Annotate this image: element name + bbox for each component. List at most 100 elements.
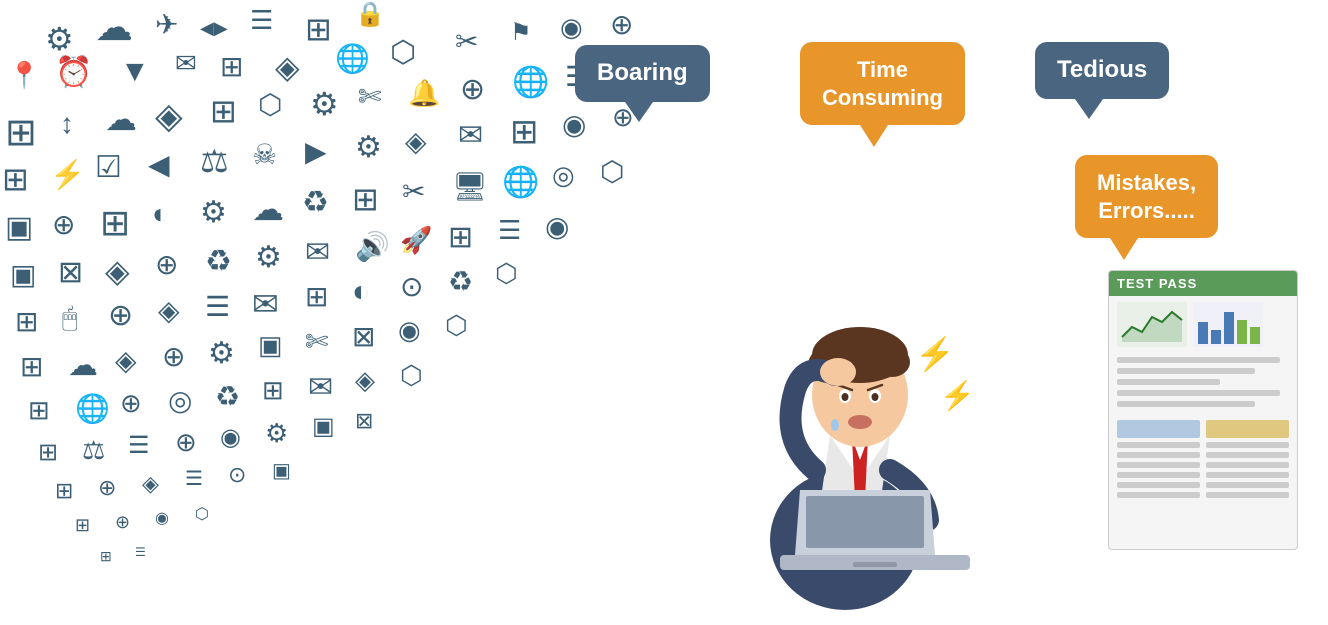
cloud-icon-3: ◀▶	[200, 18, 228, 39]
cloud-icon-101: ⚖	[82, 435, 105, 466]
cloud-icon-48: ◐	[152, 198, 169, 230]
cloud-icon-97: ✉	[308, 370, 333, 405]
cloud-icon-9: ▼	[120, 55, 150, 89]
cloud-icon-19: ⊞	[5, 110, 37, 155]
report-lines	[1109, 353, 1297, 416]
report-col-right	[1206, 420, 1289, 502]
cloud-icon-103: ⊕	[175, 427, 197, 458]
cloud-icon-32: ⊞	[2, 160, 29, 198]
cloud-icon-87: ✄	[305, 325, 328, 358]
person-illustration: ⚡ ⚡	[680, 200, 1040, 605]
cloud-icon-13: 🌐	[335, 42, 370, 75]
bubble-tedious: Tedious	[1035, 42, 1169, 99]
cloud-icon-21: ☁	[105, 100, 137, 138]
cloud-icon-40: ◈	[405, 125, 427, 158]
cloud-icon-116: ◉	[155, 508, 169, 528]
cloud-icon-100: ⊞	[38, 438, 58, 467]
cloud-icon-78: ⊙	[400, 270, 423, 303]
report-line-2	[1117, 368, 1255, 374]
cloud-icon-72: ⊕	[108, 298, 133, 333]
cloud-icon-105: ⚙	[265, 418, 288, 449]
cloud-icon-14: ⬡	[390, 35, 416, 70]
cloud-icon-113: ▣	[272, 458, 291, 483]
cloud-icon-85: ⚙	[208, 336, 235, 371]
cloud-icon-80: ⬡	[495, 258, 518, 289]
cloud-icon-10: ✉	[175, 48, 197, 79]
cloud-icon-39: ⚙	[355, 130, 382, 165]
cloud-icon-94: ◎	[168, 384, 192, 417]
report-col-left	[1117, 420, 1200, 502]
report-line-1	[1117, 357, 1280, 363]
cloud-icon-0: ⚙	[45, 20, 74, 58]
cloud-icon-46: ⊕	[52, 208, 75, 241]
cloud-icon-54: 🖥	[452, 170, 488, 203]
cloud-icon-4: ☰	[250, 5, 273, 36]
cloud-icon-75: ✉	[252, 285, 279, 323]
cloud-icon-115: ⊕	[115, 512, 130, 533]
cloud-icon-110: ◈	[142, 471, 159, 497]
cloud-icon-18: ⊕	[610, 8, 633, 41]
lightning-2: ⚡	[940, 379, 975, 412]
cloud-icon-23: ⊞	[210, 92, 237, 130]
cloud-icon-62: ♻	[205, 244, 232, 279]
cloud-icon-69: ◉	[545, 210, 569, 243]
cloud-icon-2: ✈	[155, 8, 178, 41]
cloud-icon-29: 🌐	[512, 65, 549, 100]
line-chart	[1117, 302, 1187, 347]
bubble-mistakes: Mistakes,Errors.....	[1075, 155, 1218, 238]
cloud-icon-99: ⬡	[400, 360, 423, 391]
cloud-icon-92: 🌐	[75, 392, 110, 425]
col-line-11	[1206, 482, 1289, 488]
cloud-icon-98: ◈	[355, 365, 375, 396]
cloud-icon-51: ♻	[302, 185, 329, 220]
col-line-4	[1117, 472, 1200, 478]
cloud-icon-91: ⊞	[28, 395, 50, 426]
cloud-icon-118: ⊞	[100, 548, 112, 565]
cloud-icon-36: ⚖	[200, 142, 229, 180]
cloud-icon-57: ⬡	[600, 155, 624, 188]
bubble-tedious-text: Tedious	[1057, 56, 1147, 83]
cloud-icon-42: ⊞	[510, 112, 539, 152]
col-line-8	[1206, 452, 1289, 458]
report-header-text: TEST PASS	[1117, 276, 1197, 291]
cloud-icon-65: 🔊	[355, 230, 390, 263]
report-line-3	[1117, 379, 1220, 385]
col-color-1	[1117, 420, 1200, 438]
cloud-icon-22: ◈	[155, 95, 183, 137]
cloud-icon-12: ◈	[275, 48, 300, 86]
cloud-icon-64: ✉	[305, 235, 330, 270]
cloud-icon-86: ▣	[258, 330, 283, 361]
report-document: TEST PASS	[1108, 270, 1298, 550]
cloud-icon-16: ⚑	[510, 18, 532, 47]
cloud-icon-89: ◉	[398, 315, 421, 346]
cloud-icon-59: ⊠	[58, 255, 83, 290]
cloud-icon-34: ☑	[95, 150, 122, 185]
report-two-col	[1109, 416, 1297, 506]
scene: ⚙☁✈◀▶☰⊞🔒📍⏰▼✉⊞◈🌐⬡✂⚑◉⊕⊞↕☁◈⊞⬡⚙✄🔔⊕🌐☰◎⊞⚡☑◀⚖☠▶…	[0, 0, 1328, 605]
cloud-icon-7: 📍	[8, 60, 40, 91]
col-line-3	[1117, 462, 1200, 468]
cloud-icon-41: ✉	[458, 118, 483, 153]
cloud-icon-77: ◐	[352, 275, 370, 309]
cloud-icon-81: ⊞	[20, 350, 43, 383]
cloud-icon-61: ⊕	[155, 248, 178, 281]
cloud-icon-28: ⊕	[460, 72, 485, 107]
col-line-5	[1117, 482, 1200, 488]
cloud-icon-49: ⚙	[200, 195, 227, 230]
cloud-icon-76: ⊞	[305, 280, 328, 313]
cloud-icon-24: ⬡	[258, 88, 282, 121]
cloud-icon-58: ▣	[10, 258, 36, 291]
cloud-icon-82: ☁	[68, 348, 98, 383]
col-line-10	[1206, 472, 1289, 478]
cloud-icon-108: ⊞	[55, 478, 73, 504]
cloud-icon-70: ⊞	[15, 305, 38, 338]
col-line-2	[1117, 452, 1200, 458]
cloud-icon-8: ⏰	[55, 55, 92, 90]
cloud-icon-112: ⊙	[228, 462, 246, 488]
cloud-icon-119: ☰	[135, 545, 146, 559]
report-line-4	[1117, 390, 1280, 396]
cloud-icon-114: ⊞	[75, 515, 90, 536]
cloud-icon-55: 🌐	[502, 165, 539, 200]
report-charts	[1109, 296, 1297, 353]
cloud-icon-67: ⊞	[448, 220, 473, 255]
